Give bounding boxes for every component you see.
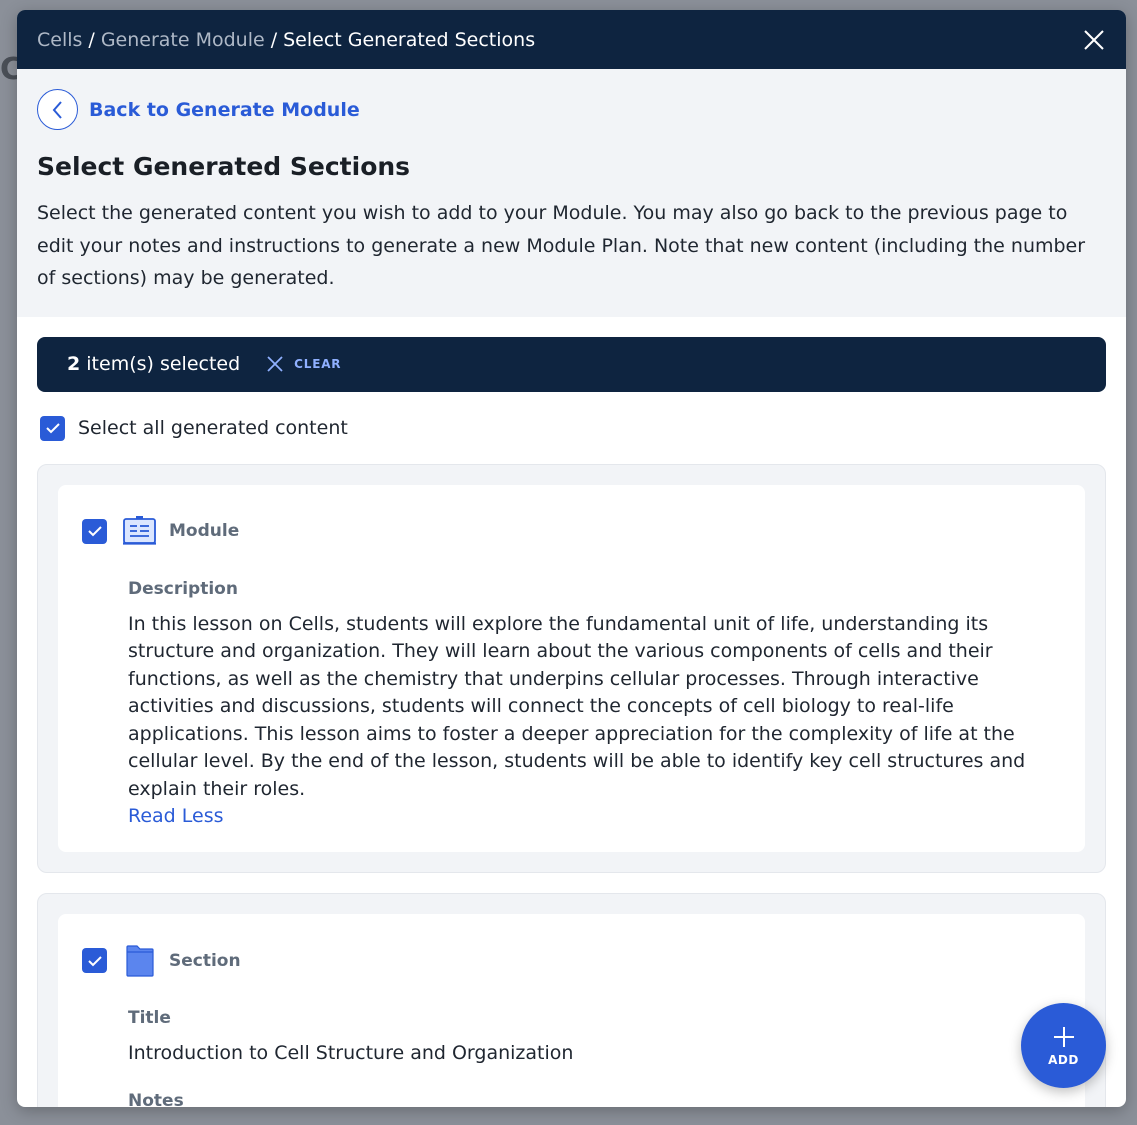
module-board-icon: [122, 515, 157, 548]
card-header: Section: [82, 944, 1061, 977]
select-all-row: Select all generated content: [40, 415, 1106, 441]
back-button[interactable]: [37, 89, 78, 130]
selection-count: 2: [67, 353, 81, 375]
clear-label[interactable]: CLEAR: [294, 357, 341, 371]
read-less-link[interactable]: Read Less: [128, 803, 1061, 830]
section-checkbox[interactable]: [82, 948, 107, 973]
checkmark-icon: [87, 526, 102, 537]
card-type-label: Module: [169, 521, 240, 541]
checkmark-icon: [45, 423, 60, 434]
breadcrumb-current: Select Generated Sections: [283, 28, 536, 51]
close-icon: [1084, 29, 1104, 50]
close-button[interactable]: [1082, 28, 1106, 52]
chevron-left-icon: [52, 100, 62, 119]
select-all-checkbox[interactable]: [40, 415, 65, 441]
add-button[interactable]: ADD: [1021, 1003, 1106, 1088]
intro-section: Back to Generate Module Select Generated…: [17, 69, 1126, 317]
description-label: Description: [128, 578, 238, 599]
card-type-label: Section: [169, 950, 241, 971]
back-label[interactable]: Back to Generate Module: [89, 99, 360, 121]
module-card: Module Description In this lesson on Cel…: [37, 463, 1106, 873]
selection-bar: 2 item(s) selected CLEAR: [37, 336, 1106, 392]
modal-header: Cells / Generate Module / Select Generat…: [17, 10, 1126, 69]
breadcrumb-separator: /: [88, 28, 95, 51]
module-description-text: In this lesson on Cells, students will e…: [128, 612, 1026, 800]
section-card-body: Section Title Introduction to Cell Struc…: [58, 914, 1085, 1107]
section-card: Section Title Introduction to Cell Struc…: [37, 893, 1106, 1107]
clear-selection-button[interactable]: CLEAR: [266, 355, 341, 373]
select-sections-modal: Cells / Generate Module / Select Generat…: [17, 10, 1126, 1107]
breadcrumb: Cells / Generate Module / Select Generat…: [37, 29, 535, 51]
plus-icon: [1053, 1026, 1074, 1047]
section-title-text: Introduction to Cell Structure and Organ…: [128, 1042, 574, 1064]
selection-suffix: item(s) selected: [80, 353, 241, 375]
selection-count-text: 2 item(s) selected: [67, 353, 240, 375]
content-area: 2 item(s) selected CLEAR Select all gene…: [17, 317, 1126, 1107]
add-label[interactable]: ADD: [1048, 1053, 1079, 1067]
breadcrumb-cells[interactable]: Cells: [37, 29, 82, 51]
module-checkbox[interactable]: [82, 518, 107, 544]
page-description: Select the generated content you wish to…: [37, 202, 1086, 289]
breadcrumb-generate-module[interactable]: Generate Module: [101, 29, 265, 51]
select-all-label[interactable]: Select all generated content: [78, 417, 348, 439]
folder-icon: [122, 944, 157, 977]
card-header: Module: [82, 515, 1061, 548]
breadcrumb-separator: /: [270, 28, 278, 51]
close-icon: [267, 356, 283, 372]
checkmark-icon: [87, 955, 102, 966]
title-label: Title: [128, 1008, 171, 1028]
notes-label: Notes: [128, 1090, 184, 1108]
module-card-body: Module Description In this lesson on Cel…: [58, 484, 1085, 852]
page-title: Select Generated Sections: [37, 152, 411, 181]
back-to-generate-module-link[interactable]: Back to Generate Module: [37, 89, 1106, 130]
